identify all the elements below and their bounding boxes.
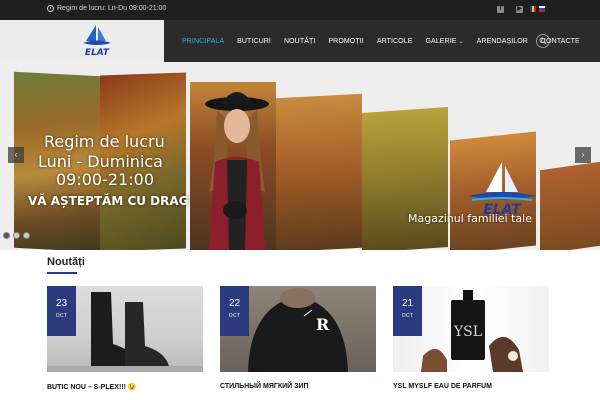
svg-text:YSL: YSL bbox=[453, 324, 482, 340]
date-month: OCT bbox=[228, 313, 241, 319]
date-day: 22 bbox=[228, 298, 241, 309]
nav-label: GALERIE bbox=[425, 37, 457, 45]
hero-tagline: Magazinul familiei tale bbox=[408, 212, 532, 225]
nav-label: NOUTĂȚI bbox=[283, 37, 316, 45]
post-image[interactable]: R 22 OCT bbox=[220, 286, 376, 372]
slider-next-button[interactable]: › bbox=[575, 147, 591, 163]
slide-panel bbox=[276, 93, 362, 250]
main-navigation: PRINCIPALA BUTICURI NOUTĂȚI PROMOȚII ART… bbox=[164, 20, 600, 62]
nav-label: BUTICURI bbox=[237, 37, 271, 45]
date-badge: 23 OCT bbox=[47, 286, 76, 336]
nav-label: PROMOȚII bbox=[328, 37, 364, 45]
news-heading: Noutăți bbox=[47, 256, 85, 268]
date-badge: 21 OCT bbox=[393, 286, 422, 336]
news-post[interactable]: 23 OCT BUTIC NOU – S-PLEX!!! 😉 bbox=[47, 286, 203, 391]
date-month: OCT bbox=[55, 313, 68, 319]
hero-welcome: VĂ AȘTEPTĂM CU DRAG bbox=[28, 194, 189, 208]
hero-hours-title: Regim de lucru bbox=[44, 132, 165, 151]
hero-hours-time: 09:00-21:00 bbox=[56, 170, 154, 189]
heading-underline bbox=[47, 272, 77, 274]
menu: PRINCIPALA BUTICURI NOUTĂȚI PROMOȚII ART… bbox=[182, 20, 593, 62]
nav-item-noutati[interactable]: NOUTĂȚI bbox=[284, 38, 315, 45]
date-month: OCT bbox=[401, 313, 414, 319]
page: Regim de lucru: Ln-Du 09:00-21:00 f ▶ EL… bbox=[0, 0, 600, 400]
slider-dot[interactable] bbox=[23, 232, 30, 239]
nav-label: ARTICOLE bbox=[376, 37, 413, 45]
nav-item-buticuri[interactable]: BUTICURI bbox=[237, 38, 271, 45]
hero-hours-days: Luni - Duminica bbox=[38, 152, 163, 171]
model-photo bbox=[205, 92, 269, 250]
ru-flag-icon[interactable] bbox=[539, 6, 545, 12]
working-hours: Regim de lucru: Ln-Du 09:00-21:00 bbox=[47, 5, 166, 12]
post-title[interactable]: СТИЛЬНЫЙ МЯГКИЙ ЗИП bbox=[220, 383, 309, 390]
post-image[interactable]: YSL 21 OCT bbox=[393, 286, 549, 372]
social-links: f ▶ bbox=[497, 6, 523, 13]
post-title[interactable]: YSL MYSLF EAU DE PARFUM bbox=[393, 383, 492, 390]
slider-prev-button[interactable]: ‹ bbox=[8, 147, 24, 163]
clock-icon bbox=[47, 5, 54, 12]
chevron-right-icon: › bbox=[581, 150, 585, 159]
ro-flag-icon[interactable] bbox=[530, 6, 536, 12]
chevron-left-icon: ‹ bbox=[14, 150, 18, 159]
nav-label: PRINCIPALA bbox=[182, 37, 225, 45]
elat-hero-logo: ELAT bbox=[468, 162, 536, 218]
nav-label: ARENDAȘILOR bbox=[476, 37, 528, 45]
facebook-icon[interactable]: f bbox=[497, 6, 504, 13]
nav-item-articole[interactable]: ARTICOLE bbox=[377, 38, 413, 45]
language-switcher bbox=[530, 6, 545, 12]
search-icon bbox=[539, 37, 547, 45]
top-bar: Regim de lucru: Ln-Du 09:00-21:00 f ▶ bbox=[0, 0, 600, 20]
nav-item-galerie[interactable]: GALERIE ⌄ bbox=[426, 38, 464, 45]
elat-logo[interactable]: ELAT bbox=[80, 23, 114, 59]
slider-dot[interactable] bbox=[3, 232, 10, 239]
working-hours-text: Regim de lucru: Ln-Du 09:00-21:00 bbox=[57, 5, 167, 12]
nav-item-principala[interactable]: PRINCIPALA bbox=[182, 38, 224, 45]
svg-text:ELAT: ELAT bbox=[85, 48, 110, 58]
slider-dots bbox=[3, 232, 30, 239]
news-post[interactable]: YSL 21 OCT YSL MYSLF EAU DE PARFUM bbox=[393, 286, 549, 390]
slide-panel bbox=[362, 106, 448, 250]
post-title[interactable]: BUTIC NOU – S-PLEX!!! 😉 bbox=[47, 383, 137, 391]
svg-text:R: R bbox=[316, 315, 330, 334]
date-day: 21 bbox=[401, 298, 414, 309]
youtube-icon[interactable]: ▶ bbox=[516, 6, 523, 13]
nav-item-arendasilor[interactable]: ARENDAȘILOR bbox=[477, 38, 528, 45]
chevron-down-icon: ⌄ bbox=[458, 38, 464, 45]
date-day: 23 bbox=[55, 298, 68, 309]
post-image[interactable]: 23 OCT bbox=[47, 286, 203, 372]
slide-panel bbox=[540, 161, 600, 250]
date-badge: 22 OCT bbox=[220, 286, 249, 336]
news-post[interactable]: R 22 OCT СТИЛЬНЫЙ МЯГКИЙ ЗИП bbox=[220, 286, 376, 390]
slider-dot[interactable] bbox=[13, 232, 20, 239]
nav-item-promotii[interactable]: PROMOȚII bbox=[328, 38, 363, 45]
search-button[interactable] bbox=[536, 34, 550, 48]
hero-slider: Regim de lucru Luni - Duminica 09:00-21:… bbox=[0, 62, 600, 250]
